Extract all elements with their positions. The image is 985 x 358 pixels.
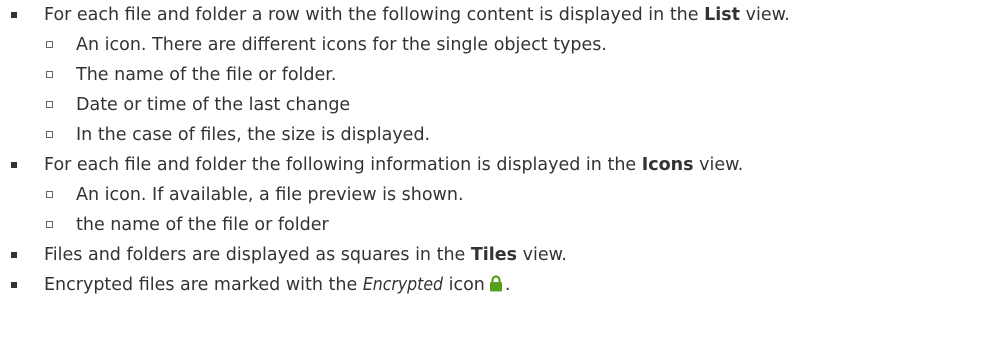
sub-item-text: An icon. If available, a file preview is…: [76, 185, 464, 205]
item-text-end: view.: [517, 245, 567, 265]
view-name-list: List: [704, 5, 741, 25]
item-text-end: view.: [693, 155, 744, 175]
bullet-marker: [11, 282, 17, 288]
bullet-marker: [11, 162, 17, 168]
sub-bullet-marker: [46, 221, 53, 228]
sub-list-item: the name of the file or folder: [0, 210, 985, 240]
bullet-marker: [11, 252, 17, 258]
sub-item-text: The name of the file or folder.: [76, 65, 337, 85]
list-item: Files and folders are displayed as squar…: [0, 240, 985, 270]
sub-item-text: Date or time of the last change: [76, 95, 351, 115]
bullet-list: For each file and folder a row with the …: [0, 0, 985, 300]
sub-list-item: An icon. If available, a file preview is…: [0, 180, 985, 210]
list-item: For each file and folder a row with the …: [0, 0, 985, 30]
item-text: Encrypted files are marked with the: [44, 275, 363, 295]
sub-bullet-marker: [46, 191, 53, 198]
lock-icon: [489, 272, 503, 302]
item-text: For each file and folder the following i…: [44, 155, 642, 175]
sub-list-item: The name of the file or folder.: [0, 60, 985, 90]
item-text-end: .: [504, 275, 511, 295]
item-text-end: view.: [740, 5, 790, 25]
view-name-tiles: Tiles: [470, 245, 518, 265]
encrypted-term: Encrypted: [362, 275, 444, 295]
bullet-marker: [11, 12, 17, 18]
item-text: Files and folders are displayed as squar…: [44, 245, 471, 265]
sub-item-text: An icon. There are different icons for t…: [76, 35, 607, 55]
item-text-mid: icon: [443, 275, 485, 295]
sub-list-item: Date or time of the last change: [0, 90, 985, 120]
view-name-icons: Icons: [641, 155, 694, 175]
sub-bullet-marker: [46, 101, 53, 108]
sub-bullet-marker: [46, 71, 53, 78]
list-item: For each file and folder the following i…: [0, 150, 985, 180]
item-text: For each file and folder a row with the …: [44, 5, 705, 25]
sub-list-item: In the case of files, the size is displa…: [0, 120, 985, 150]
sub-list-item: An icon. There are different icons for t…: [0, 30, 985, 60]
document-body: For each file and folder a row with the …: [0, 0, 985, 358]
list-item: Encrypted files are marked with the Encr…: [0, 270, 985, 300]
sub-item-text: the name of the file or folder: [76, 215, 329, 235]
sub-bullet-marker: [46, 41, 53, 48]
sub-bullet-marker: [46, 131, 53, 138]
sub-item-text: In the case of files, the size is displa…: [76, 125, 431, 145]
